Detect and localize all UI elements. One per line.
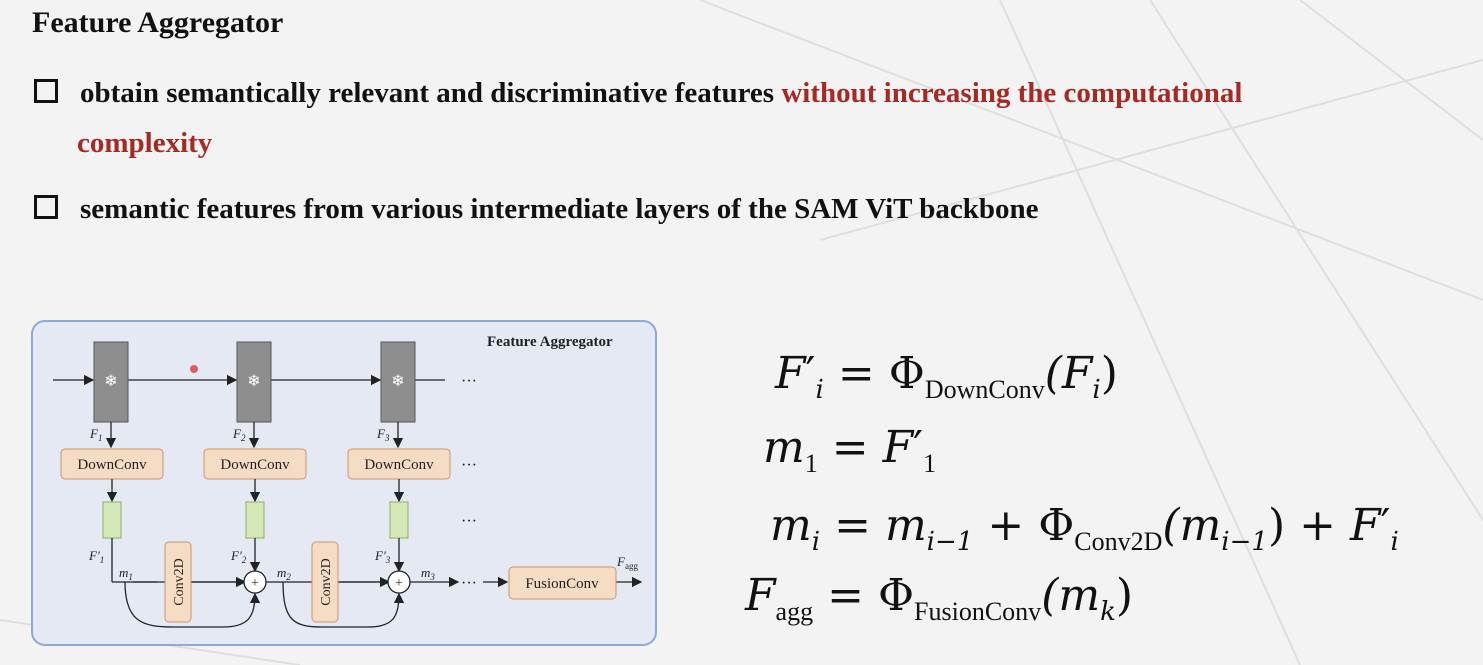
feature-label: F2 [232,426,246,443]
bullet-text: semantic features from various intermedi… [80,193,1039,225]
feature-label: F3 [376,426,390,443]
frozen-block: ❄ [93,341,129,423]
fprime-label: F′1 [88,548,104,565]
ellipsis: ··· [461,513,477,530]
svg-text:FusionConv: FusionConv [525,576,599,592]
feature-map [389,501,409,539]
fprime-label: F′3 [374,548,391,565]
conv2d-block: Conv2D [164,541,192,623]
m-label: m2 [277,565,291,582]
feature-map [245,501,265,539]
equation-fagg: Fagg = ΦFusionConv(mk) [745,570,1134,627]
m-label: m3 [421,565,435,582]
feature-arrows [105,422,404,449]
equation-mi: mi = mi−1 + ΦConv2D(mi−1) + F′i [770,500,1399,557]
ellipsis: ··· [461,575,477,592]
bullet-item: semantic features from various intermedi… [34,184,1039,234]
svg-text:Conv2D: Conv2D [172,558,187,605]
checkbox-square-icon [34,79,58,103]
downconv-block: DownConv [60,448,164,480]
svg-text:DownConv: DownConv [77,457,147,473]
svg-text:Conv2D: Conv2D [319,558,334,605]
figure-diagram: Feature Aggregator ❄ ❄ ❄ ··· F1 F2 F3 Do… [53,334,643,628]
snowflake-icon: ❄ [104,373,117,390]
conv2d-block: Conv2D [311,541,339,623]
svg-text:+: + [251,576,259,591]
cursor-dot [190,365,198,373]
ellipsis: ··· [461,457,477,474]
snowflake-icon: ❄ [247,373,260,390]
plus-node: + [243,570,267,594]
downconv-block: DownConv [203,448,307,480]
bullet-text: obtain semantically relevant and discrim… [80,77,782,109]
feature-label: F1 [89,426,102,443]
checkbox-square-icon [34,195,58,219]
bullet-item: obtain semantically relevant and discrim… [34,68,1434,168]
bullet-highlight-continued: complexity [77,127,213,159]
ellipsis: ··· [461,373,477,390]
svg-text:+: + [395,576,403,591]
plus-node: + [387,570,411,594]
equation-m1: m1 = F′1 [763,422,937,478]
svg-text:DownConv: DownConv [220,457,290,473]
feature-aggregator-figure: Feature Aggregator ❄ ❄ ❄ ··· F1 F2 F3 Do… [31,320,657,646]
slide-title: Feature Aggregator [32,6,284,39]
frozen-block: ❄ [236,341,272,423]
feature-map [102,501,122,539]
output-label: Fagg [616,554,638,571]
figure-title: Feature Aggregator [487,334,613,350]
downconv-block: DownConv [347,448,451,480]
fusionconv-block: FusionConv [508,566,617,600]
m-label: m1 [119,565,133,582]
snowflake-icon: ❄ [391,373,404,390]
equation-downconv: F′i = ΦDownConv(Fi) [775,348,1118,405]
frozen-block: ❄ [380,341,416,423]
bullet-highlight: without increasing the computational [781,77,1243,109]
fprime-label: F′2 [230,548,247,565]
downconv-arrows [106,479,405,503]
svg-text:DownConv: DownConv [364,457,434,473]
